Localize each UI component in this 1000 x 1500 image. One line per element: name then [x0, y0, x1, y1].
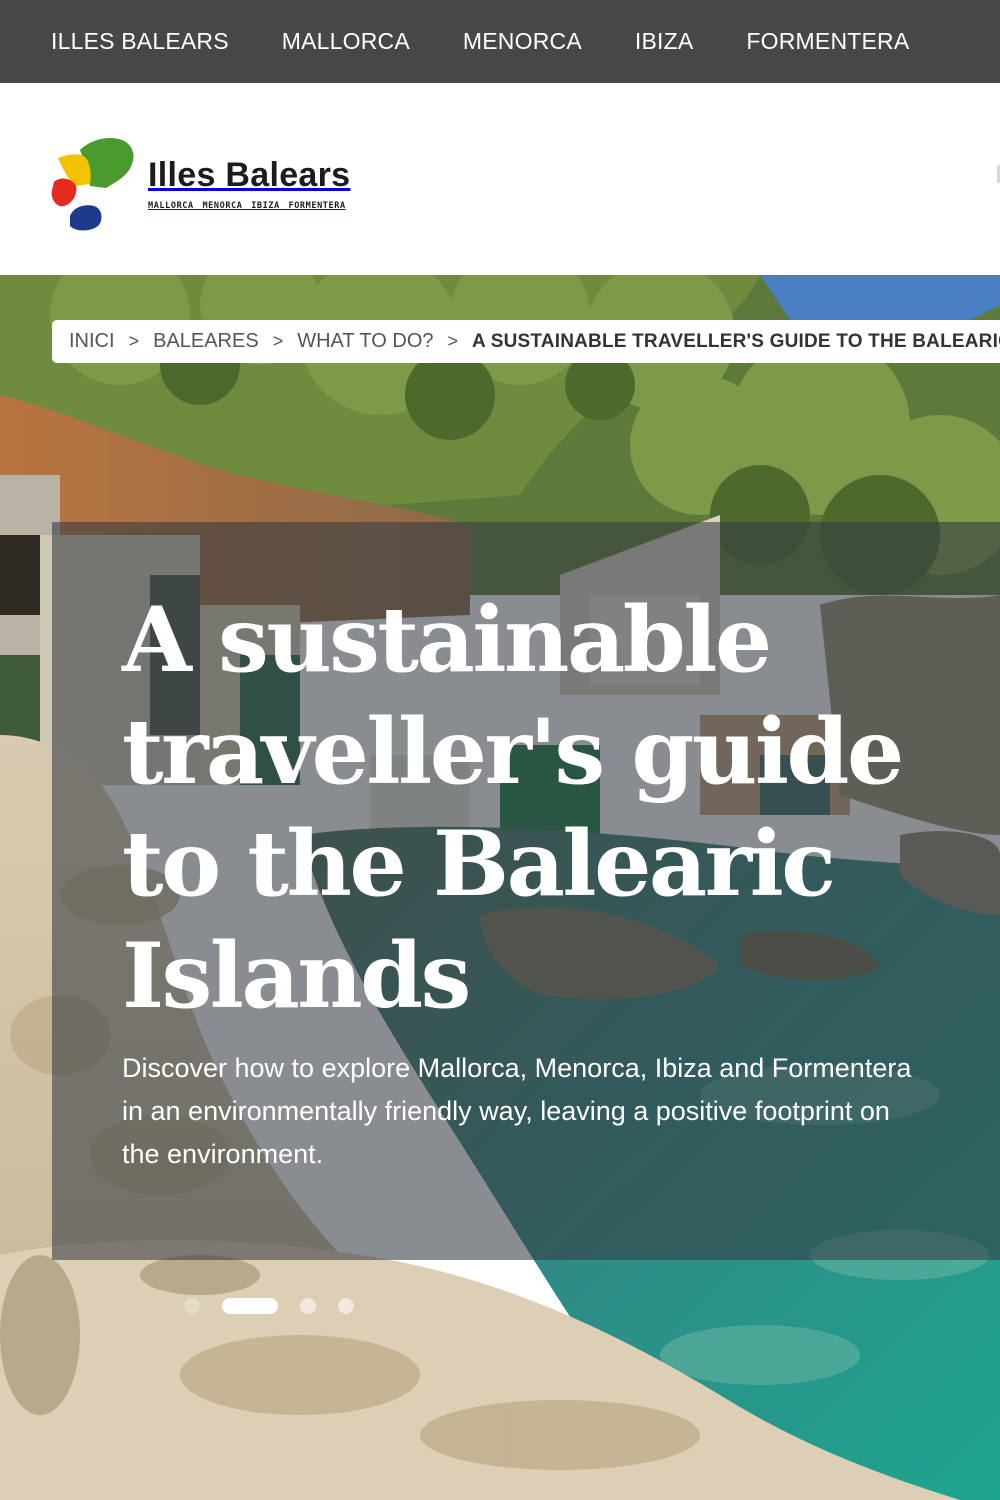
hero-overlay: A sustainable traveller's guide to the B…: [52, 522, 1000, 1260]
carousel-pagination: [184, 1297, 376, 1315]
breadcrumb-baleares[interactable]: BALEARES: [153, 330, 259, 353]
breadcrumb-separator: >: [447, 331, 459, 351]
logo-text: Illes Balears MALLORCA MENORCA IBIZA FOR…: [148, 158, 350, 211]
carousel-dot[interactable]: [300, 1298, 316, 1314]
hero-description: Discover how to explore Mallorca, Menorc…: [122, 1053, 912, 1169]
page: ILLES BALEARS MALLORCA MENORCA IBIZA FOR…: [0, 0, 1000, 1500]
logo-mark-icon: [51, 138, 134, 231]
island-nav: ILLES BALEARS MALLORCA MENORCA IBIZA FOR…: [0, 0, 1000, 83]
hero: INICI > BALEARES > WHAT TO DO? > A SUSTA…: [0, 275, 1000, 1500]
breadcrumb: INICI > BALEARES > WHAT TO DO? > A SUSTA…: [52, 320, 1000, 363]
nav-menorca[interactable]: MENORCA: [463, 28, 582, 55]
breadcrumb-current: A SUSTAINABLE TRAVELLER'S GUIDE TO THE B…: [472, 330, 1000, 352]
breadcrumb-inici[interactable]: INICI: [69, 330, 115, 353]
breadcrumb-separator: >: [128, 331, 140, 351]
carousel-dot-active[interactable]: [222, 1298, 278, 1314]
carousel-dot[interactable]: [338, 1298, 354, 1314]
breadcrumb-separator: >: [272, 331, 284, 351]
nav-formentera[interactable]: FORMENTERA: [746, 28, 909, 55]
nav-illes-balears[interactable]: ILLES BALEARS: [51, 28, 229, 55]
carousel-dot[interactable]: [184, 1298, 200, 1314]
breadcrumb-what-to-do[interactable]: WHAT TO DO?: [297, 330, 433, 353]
site-header: Illes Balears MALLORCA MENORCA IBIZA FOR…: [0, 83, 1000, 275]
logo-subtitle: MALLORCA MENORCA IBIZA FORMENTERA: [148, 201, 346, 211]
nav-mallorca[interactable]: MALLORCA: [282, 28, 410, 55]
nav-ibiza[interactable]: IBIZA: [635, 28, 694, 55]
page-title: A sustainable traveller's guide to the B…: [122, 587, 904, 1029]
logo-title: Illes Balears: [148, 156, 351, 194]
site-logo[interactable]: Illes Balears MALLORCA MENORCA IBIZA FOR…: [50, 136, 350, 232]
